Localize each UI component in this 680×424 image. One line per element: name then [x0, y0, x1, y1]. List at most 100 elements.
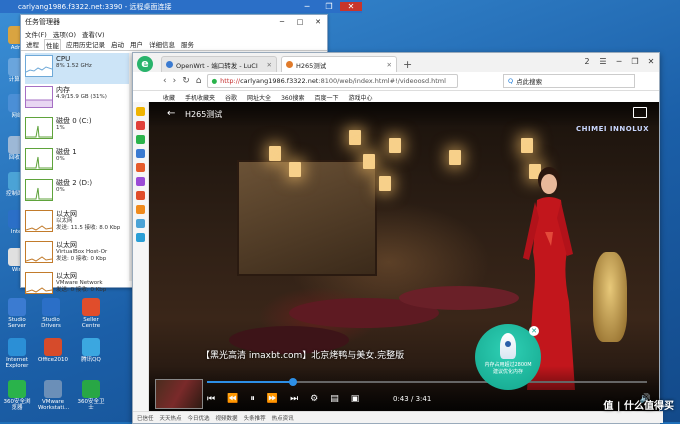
tm-tab[interactable]: 服务	[180, 39, 195, 50]
perf-item[interactable]: 内存 4.9/15.9 GB (31%)	[25, 84, 129, 115]
menu-item[interactable]: 选项(O)	[53, 29, 76, 39]
desktop-icon-label: 360安全卫士	[77, 399, 105, 412]
desktop-icon[interactable]: Office2010	[38, 338, 68, 363]
skip-previous-icon[interactable]: ⏮	[207, 394, 215, 404]
perf-sub: 4.9/15.9 GB (31%)	[56, 94, 107, 101]
status-item[interactable]: 已信任	[137, 414, 154, 422]
tm-tab[interactable]: 性能	[44, 39, 61, 50]
close-button[interactable]: ✕	[643, 53, 659, 71]
desktop-icon[interactable]: Seller Centre	[76, 298, 106, 329]
desktop-icon[interactable]: 360安全浏览器	[2, 380, 32, 411]
perf-item[interactable]: 以太网 VMware Network 发送: 0 接收: 0 Kbp	[25, 270, 129, 301]
perf-item[interactable]: 磁盘 2 (D:) 0%	[25, 177, 129, 208]
sidebar-star-icon[interactable]	[136, 107, 145, 116]
video-controls: ⏮ ⏪ ⏸ ⏩ ⏭ ⚙ ▤ ▣ 0:43 / 3:41 🔊	[149, 366, 659, 412]
tm-maximize-button[interactable]: □	[291, 18, 309, 26]
tm-tab[interactable]: 应用历史记录	[65, 39, 106, 50]
video-back-icon[interactable]: ←	[167, 108, 175, 119]
video-player[interactable]: ← H265测试 CHIMEI INNOLUX 【黑光高清 imaxbt.com…	[149, 102, 659, 412]
new-tab-button[interactable]: +	[403, 57, 412, 72]
refresh-button[interactable]: ↻	[182, 76, 190, 86]
status-item[interactable]: 今日优选	[188, 414, 210, 422]
browser-tab[interactable]: OpenWrt - 端口转发 - LuCI ✕	[161, 56, 277, 72]
tm-tab[interactable]: 启动	[110, 39, 125, 50]
subtitles-icon[interactable]: ▤	[330, 394, 339, 404]
sidebar-video-icon[interactable]	[136, 191, 145, 200]
video-thumbnail[interactable]	[155, 379, 203, 409]
perf-sub2: 发送: 0 接收: 0 Kbp	[56, 255, 107, 262]
perf-sub: 8% 1.52 GHz	[56, 63, 92, 70]
browser-logo-icon[interactable]: e	[137, 56, 153, 72]
rdp-restore-button[interactable]: ❐	[318, 2, 340, 11]
desktop-icon[interactable]: Studio Server	[2, 298, 32, 329]
url-input[interactable]: ● http:// carlyang1986.f3322.net :8100/w…	[207, 74, 459, 88]
bookmark-item[interactable]: 百度一下	[315, 93, 339, 102]
perf-item[interactable]: CPU 8% 1.52 GHz	[25, 53, 129, 84]
status-item[interactable]: 视频数据	[216, 414, 238, 422]
home-button[interactable]: ⌂	[196, 76, 202, 86]
bookmark-item[interactable]: 谷歌	[225, 93, 237, 102]
tm-tab[interactable]: 详细信息	[148, 39, 176, 50]
desktop-icon[interactable]: 腾讯QQ	[76, 338, 106, 363]
sidebar-game-icon[interactable]	[136, 177, 145, 186]
menu-item[interactable]: 查看(V)	[82, 29, 105, 39]
status-item[interactable]: 头条推荐	[244, 414, 266, 422]
status-item[interactable]: 热点资讯	[272, 414, 294, 422]
bookmark-item[interactable]: 网址大全	[247, 93, 271, 102]
perf-item[interactable]: 以太网 以太网 发送: 11.5 接收: 8.0 Kbp	[25, 208, 129, 239]
perf-item[interactable]: 磁盘 1 0%	[25, 146, 129, 177]
tab-close-icon[interactable]: ✕	[387, 61, 392, 69]
rdp-minimize-button[interactable]: ─	[296, 2, 318, 11]
tm-minimize-button[interactable]: ─	[273, 18, 291, 26]
tab-title: H265测试	[296, 61, 327, 70]
bookmark-item[interactable]: 游戏中心	[349, 93, 373, 102]
settings-gear-icon[interactable]: ⚙	[310, 394, 318, 404]
desktop-icon-label: VMware Workstati...	[38, 399, 70, 412]
perf-item[interactable]: 磁盘 0 (C:) 1%	[25, 115, 129, 146]
url-rest: :8100/web/index.html#!/videoosd.html	[318, 77, 446, 85]
tab-count-button[interactable]: 2	[579, 53, 595, 71]
tm-tab[interactable]: 用户	[129, 39, 144, 50]
rewind-icon[interactable]: ⏪	[227, 394, 238, 404]
search-input[interactable]: Q 点此搜索	[503, 74, 635, 88]
rdp-close-button[interactable]: ✕	[340, 2, 362, 11]
desktop-icon[interactable]: Studio Drivers	[36, 298, 66, 329]
skip-next-icon[interactable]: ⏭	[290, 394, 298, 404]
sidebar-chat-icon[interactable]	[136, 135, 145, 144]
menu-item[interactable]: 文件(F)	[25, 29, 47, 39]
back-button[interactable]: ‹	[163, 76, 167, 86]
status-item[interactable]: 天天热点	[160, 414, 182, 422]
picture-in-picture-icon[interactable]: ▣	[351, 394, 360, 404]
progress-bar[interactable]	[207, 378, 647, 386]
tab-close-icon[interactable]: ✕	[267, 61, 272, 69]
perf-label: 以太网	[56, 241, 77, 249]
bookmark-item[interactable]: 收藏	[163, 93, 175, 102]
cast-icon[interactable]	[633, 107, 647, 118]
sidebar-more-icon[interactable]	[136, 233, 145, 242]
restore-button[interactable]: ❐	[627, 53, 643, 71]
desktop-icon[interactable]: Internet Explorer	[2, 338, 32, 369]
sidebar-news-icon[interactable]	[136, 219, 145, 228]
bookmark-item[interactable]: 360搜索	[281, 93, 304, 102]
desktop-icon-label: Seller Centre	[81, 317, 101, 330]
tm-close-button[interactable]: ✕	[309, 18, 327, 26]
progress-knob[interactable]	[288, 378, 297, 386]
desktop-icon[interactable]: VMware Workstati...	[38, 380, 70, 412]
browser-tab[interactable]: H265测试 ✕	[281, 56, 397, 72]
menu-icon[interactable]: ☰	[595, 53, 611, 71]
forward-button[interactable]: ›	[173, 76, 177, 86]
fast-forward-icon[interactable]: ⏩	[267, 394, 278, 404]
minimize-button[interactable]: ─	[611, 53, 627, 71]
desktop-icon[interactable]: 360安全卫士	[76, 380, 106, 411]
pause-icon[interactable]: ⏸	[250, 394, 255, 404]
close-icon[interactable]: ✕	[529, 326, 539, 336]
sidebar-mail-icon[interactable]	[136, 163, 145, 172]
perf-sparkline	[25, 148, 53, 170]
sidebar-shop-icon[interactable]	[136, 205, 145, 214]
perf-item[interactable]: 以太网 VirtualBox Host-Or 发送: 0 接收: 0 Kbp	[25, 239, 129, 270]
bookmark-item[interactable]: 手机收藏夹	[185, 93, 215, 102]
sidebar-weibo-icon[interactable]	[136, 121, 145, 130]
tm-tab[interactable]: 进程	[25, 39, 40, 50]
sidebar-app-icon[interactable]	[136, 149, 145, 158]
memory-accelerate-widget[interactable]: ✕ 内存占用超过2800M 建议优化内存	[475, 324, 541, 390]
